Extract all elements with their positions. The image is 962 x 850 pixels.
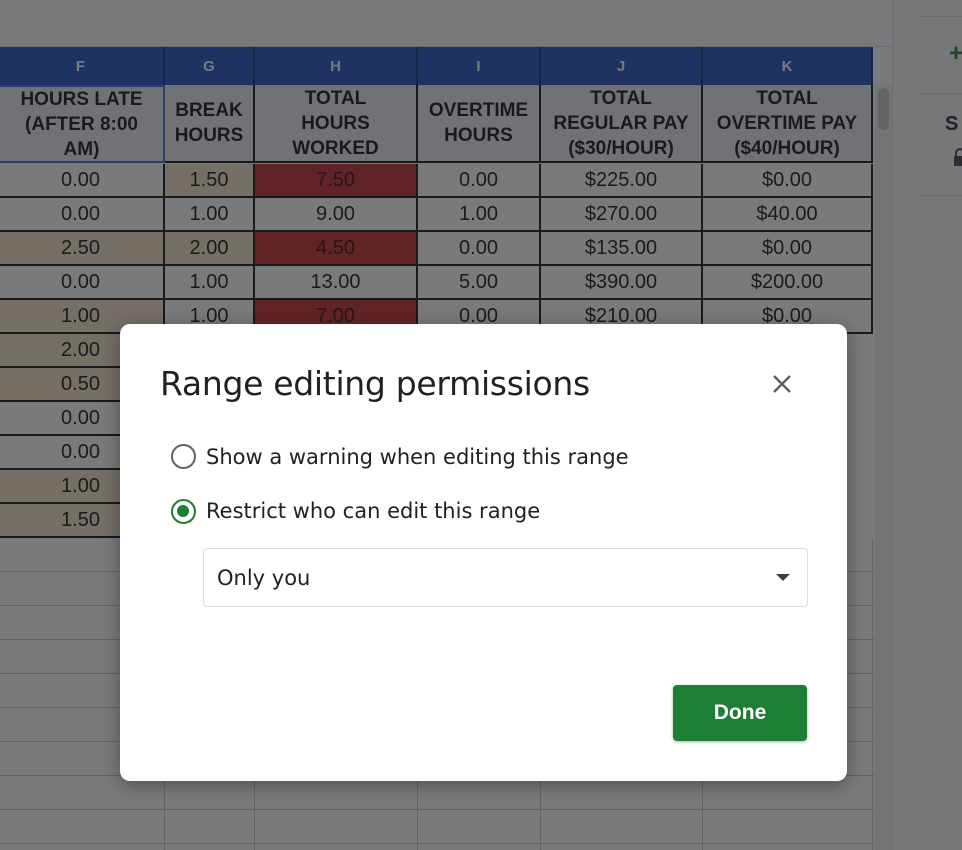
radio-show-warning[interactable] xyxy=(171,444,196,469)
editor-select-dropdown[interactable]: Only you xyxy=(203,548,808,607)
done-button[interactable]: Done xyxy=(673,685,807,741)
range-permissions-dialog: Range editing permissions Show a warning… xyxy=(120,324,847,781)
radio-restrict-edit[interactable] xyxy=(171,499,196,524)
chevron-down-icon xyxy=(776,574,790,581)
select-value: Only you xyxy=(217,566,311,590)
radio-show-warning-label[interactable]: Show a warning when editing this range xyxy=(206,445,629,469)
dialog-title: Range editing permissions xyxy=(160,364,590,403)
close-icon[interactable] xyxy=(766,368,798,400)
radio-restrict-edit-label[interactable]: Restrict who can edit this range xyxy=(206,499,540,523)
